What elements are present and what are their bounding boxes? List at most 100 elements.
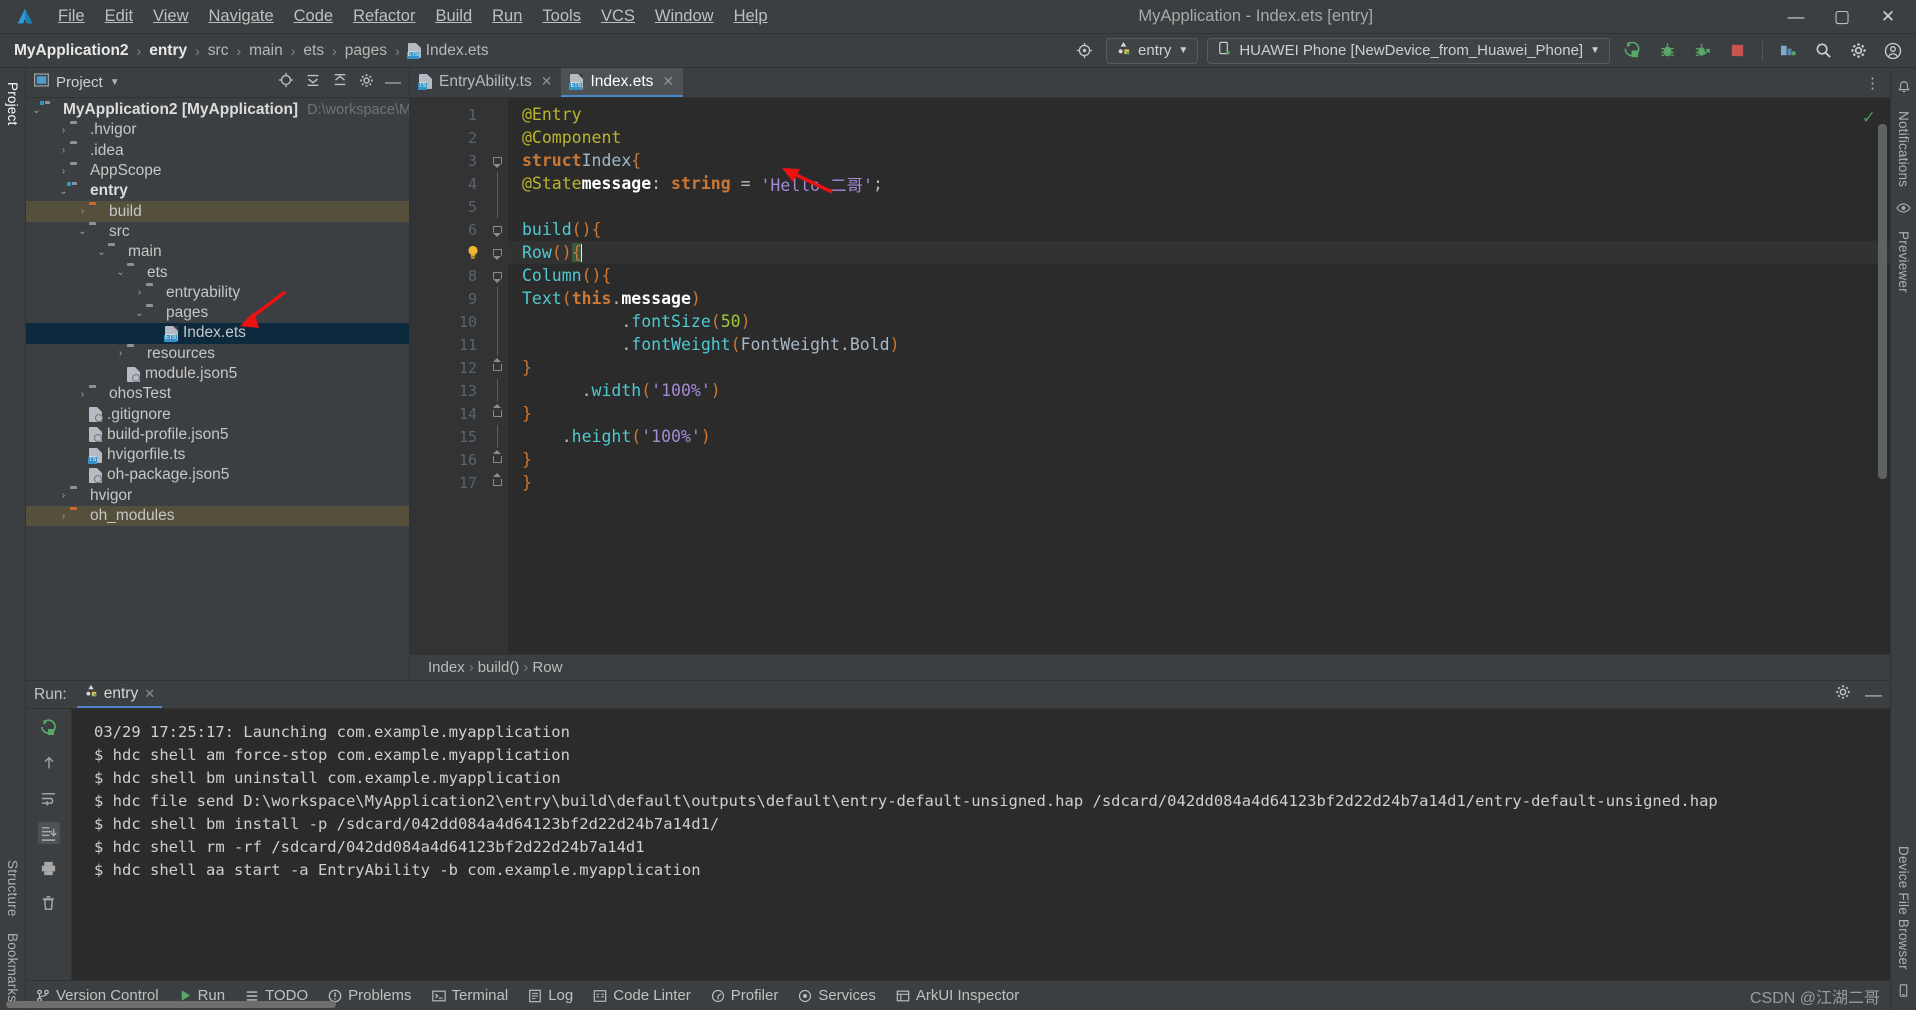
code-line[interactable]: Column() { (508, 264, 1890, 287)
menu-edit[interactable]: Edit (95, 4, 143, 29)
fold-marker[interactable] (486, 149, 508, 172)
fold-marker[interactable] (486, 195, 508, 218)
menu-file[interactable]: File (48, 4, 95, 29)
rail-tab-project[interactable]: Project (1, 74, 24, 133)
code-line[interactable]: } (508, 402, 1890, 425)
code-text[interactable]: @Entry @Component struct Index { @State me… (508, 98, 1890, 654)
run-panel-tab-entry[interactable]: entry ✕ (76, 681, 163, 708)
expand-all-icon[interactable] (305, 72, 321, 93)
fold-marker[interactable] (486, 241, 508, 264)
tree-row-appscope[interactable]: › AppScope (26, 161, 409, 181)
status-problems[interactable]: Problems (328, 987, 412, 1004)
code-line[interactable]: . fontSize(50) (508, 310, 1890, 333)
clear-all-icon[interactable] (38, 892, 60, 914)
structure-crumb-build[interactable]: build() (478, 659, 520, 676)
breadcrumb-item-pages[interactable]: pages (341, 41, 391, 61)
fold-marker[interactable] (486, 356, 508, 379)
code-line[interactable] (508, 195, 1890, 218)
tree-expand-arrow[interactable]: ⌄ (76, 226, 89, 237)
breadcrumb-item-project[interactable]: MyApplication2 (10, 41, 133, 61)
locate-icon[interactable] (278, 72, 294, 93)
fold-marker[interactable] (486, 287, 508, 310)
structure-crumb-index[interactable]: Index (428, 659, 465, 676)
run-configuration-selector[interactable]: entry ▼ (1106, 37, 1199, 64)
tree-row-ohostest[interactable]: › ohosTest (26, 384, 409, 404)
tree-row-hvigor[interactable]: › hvigor (26, 486, 409, 506)
status-log[interactable]: Log (528, 987, 573, 1004)
soft-wrap-icon[interactable] (38, 787, 60, 809)
breadcrumb-item-ets[interactable]: ets (299, 41, 328, 61)
breadcrumb-item-src[interactable]: src (204, 41, 233, 61)
code-line[interactable]: build() { (508, 218, 1890, 241)
attach-debugger-button[interactable] (1689, 38, 1715, 64)
rail-tab-bookmarks[interactable]: Bookmarks (1, 925, 24, 1010)
tree-row-hvigor[interactable]: › .hvigor (26, 120, 409, 140)
hide-panel-icon[interactable]: — (385, 74, 401, 90)
scroll-up-icon[interactable] (38, 752, 60, 774)
fold-marker[interactable] (486, 402, 508, 425)
tree-row-oh-package-json5[interactable]: oh-package.json5 (26, 465, 409, 485)
tree-row-idea[interactable]: › .idea (26, 141, 409, 161)
tree-expand-arrow[interactable]: › (57, 125, 70, 136)
menu-window[interactable]: Window (645, 4, 724, 29)
code-line[interactable]: @Component (508, 126, 1890, 149)
device-selector[interactable]: HUAWEI Phone [NewDevice_from_Huawei_Phon… (1207, 37, 1610, 64)
device-file-browser-icon[interactable] (1897, 984, 1910, 1000)
editor-tab-index[interactable]: ETS Index.ets ✕ (561, 68, 684, 97)
rail-tab-structure[interactable]: Structure (1, 852, 24, 925)
menu-vcs[interactable]: VCS (591, 4, 645, 29)
close-tab-icon[interactable]: ✕ (662, 73, 674, 90)
fold-marker[interactable] (486, 103, 508, 126)
tree-row-hvigorfile-ts[interactable]: TS hvigorfile.ts (26, 445, 409, 465)
notifications-bell-icon[interactable] (1897, 80, 1911, 97)
scroll-to-end-icon[interactable] (37, 822, 60, 844)
tree-expand-arrow[interactable]: › (57, 490, 70, 501)
tree-row-src[interactable]: ⌄ src (26, 222, 409, 242)
menu-refactor[interactable]: Refactor (343, 4, 425, 29)
rerun-icon[interactable] (38, 717, 60, 739)
menu-build[interactable]: Build (425, 4, 482, 29)
code-line[interactable]: } (508, 471, 1890, 494)
intention-bulb-icon[interactable] (466, 245, 480, 259)
menu-navigate[interactable]: Navigate (199, 4, 284, 29)
tree-expand-arrow[interactable]: › (57, 166, 70, 177)
status-profiler[interactable]: Profiler (711, 987, 778, 1004)
hide-run-panel-icon[interactable]: — (1865, 686, 1882, 703)
tree-expand-arrow[interactable]: ⌄ (57, 186, 70, 197)
print-icon[interactable] (38, 857, 60, 879)
tree-row-myapplication2-myapplication[interactable]: ⌄ MyApplication2 [MyApplication] D:\worksp… (26, 99, 409, 120)
tree-row-main[interactable]: ⌄ main (26, 242, 409, 262)
code-line[interactable]: Text(this. message) (508, 287, 1890, 310)
tree-row-build[interactable]: › build (26, 201, 409, 222)
maximize-button[interactable]: ▢ (1820, 1, 1864, 33)
breadcrumb-item-entry[interactable]: entry (145, 41, 191, 61)
tree-row-resources[interactable]: › resources (26, 344, 409, 364)
tree-row-ets[interactable]: ⌄ ets (26, 262, 409, 282)
editor-vertical-scrollbar[interactable] (1878, 124, 1887, 479)
tree-expand-arrow[interactable]: › (114, 348, 127, 359)
run-button[interactable] (1619, 38, 1645, 64)
tree-expand-arrow[interactable]: ⌄ (95, 247, 108, 258)
tree-expand-arrow[interactable]: › (133, 287, 146, 298)
tree-expand-arrow[interactable]: ⌄ (30, 105, 43, 116)
tree-row-oh-modules[interactable]: › oh_modules (26, 505, 409, 527)
account-button[interactable] (1880, 38, 1906, 64)
tree-expand-arrow[interactable]: ⌄ (133, 308, 146, 319)
tree-row-pages[interactable]: ⌄ pages (26, 303, 409, 323)
code-line[interactable]: Row() { (508, 241, 1890, 264)
menu-code[interactable]: Code (284, 4, 343, 29)
tree-row-gitignore[interactable]: .gitignore (26, 404, 409, 424)
fold-marker[interactable] (486, 333, 508, 356)
stop-button[interactable] (1724, 38, 1750, 64)
code-line[interactable]: @Entry (508, 103, 1890, 126)
tree-row-build-profile-json5[interactable]: build-profile.json5 (26, 425, 409, 445)
fold-gutter[interactable] (468, 98, 508, 654)
code-line[interactable]: . height('100%') (508, 425, 1890, 448)
rail-tab-notifications[interactable]: Notifications (1892, 103, 1915, 195)
run-console-output[interactable]: 03/29 17:25:17: Launching com.example.my… (72, 709, 1890, 980)
code-line[interactable]: . width('100%') (508, 379, 1890, 402)
rail-tab-previewer[interactable]: Previewer (1892, 223, 1915, 301)
tree-row-index-ets[interactable]: ETS Index.ets (26, 323, 409, 344)
code-line[interactable]: . fontWeight(FontWeight. Bold) (508, 333, 1890, 356)
menu-tools[interactable]: Tools (532, 4, 591, 29)
